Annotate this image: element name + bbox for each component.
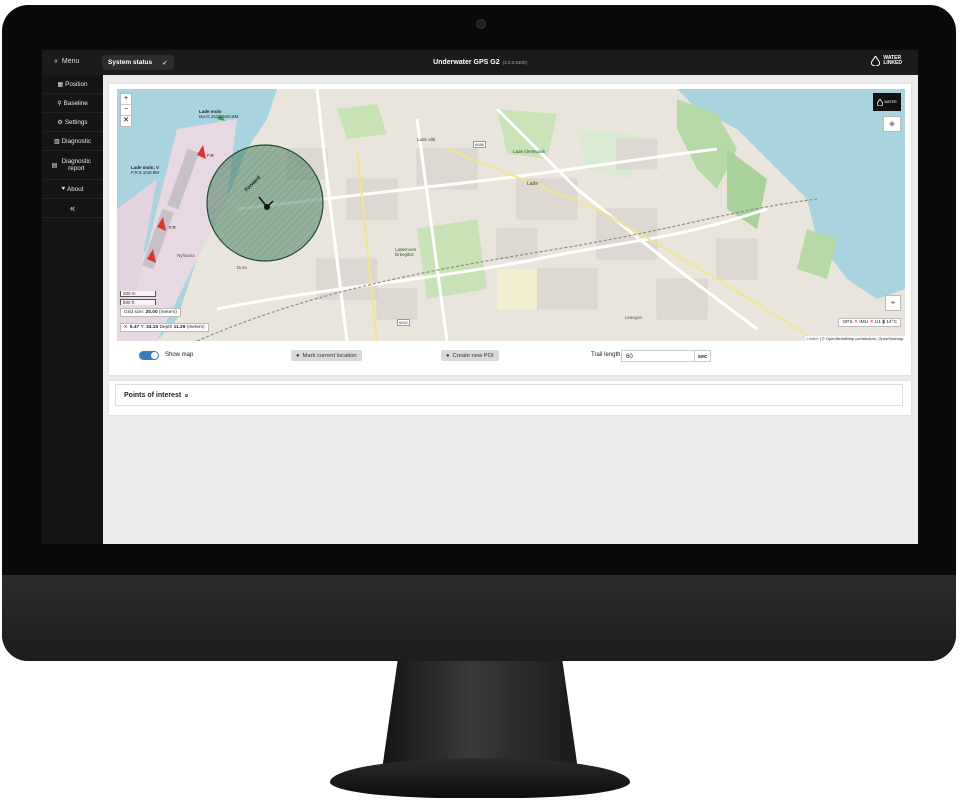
app-title-text: Underwater GPS G2 bbox=[433, 59, 500, 66]
mark-current-location-button[interactable]: ● Mark current location bbox=[291, 350, 362, 361]
scale-bar-ft: 500 ft bbox=[120, 299, 156, 305]
map-label-lademoen-kirkegard: Lademoen kirkegård bbox=[395, 247, 417, 257]
gps-ok-icon: ✕ bbox=[853, 320, 858, 325]
map-marker-icon: ● bbox=[296, 352, 300, 359]
app-version: (3.2.0.9300) bbox=[502, 60, 527, 65]
trail-length-unit: sec bbox=[695, 350, 711, 362]
map-label-lade-molo-v: Lade molo, V F.R.5.1m0.9M bbox=[131, 165, 160, 175]
map-label-lade-idrettspark: Lade idrettspark bbox=[513, 149, 546, 154]
leaflet-link[interactable]: Leaflet bbox=[807, 336, 819, 341]
map-label-road-6688: 6688 bbox=[473, 141, 486, 148]
map-label-fr-2: F.R bbox=[169, 225, 176, 230]
show-map-label: Show map bbox=[165, 352, 194, 358]
sidebar-item-diagnostic-report[interactable]: ▤ Diagnostic report bbox=[42, 151, 103, 180]
map-label-fr-1: F.R bbox=[207, 153, 214, 158]
monitor-chin bbox=[2, 575, 956, 661]
webcam bbox=[476, 19, 486, 29]
monitor-stand-base bbox=[330, 758, 630, 798]
map-label-dora: Dora bbox=[237, 265, 247, 270]
heart-icon: ♥ bbox=[61, 186, 66, 192]
create-new-poi-button[interactable]: ● Create new POI bbox=[441, 350, 499, 361]
zoom-out-button[interactable]: − bbox=[121, 105, 131, 116]
sidebar-item-label: Settings bbox=[64, 118, 88, 126]
u1-signal-icon: ▮ bbox=[882, 320, 885, 325]
pin-icon: ⚲ bbox=[57, 100, 62, 107]
sensor-status-chip: GPS ✕ IMU ✕ U1 ▮ 14°C bbox=[838, 318, 901, 327]
locate-button[interactable]: ⌖ bbox=[885, 295, 901, 311]
fullscreen-button[interactable]: ✕ bbox=[121, 116, 131, 126]
imu-ok-icon: ✕ bbox=[869, 320, 874, 325]
top-bar: « Menu System status ✓ Underwater GPS G2… bbox=[42, 50, 918, 75]
monitor-frame: « Menu System status ✓ Underwater GPS G2… bbox=[2, 5, 956, 661]
double-chevron-down-icon: » bbox=[182, 393, 190, 397]
sidebar-item-label: Diagnostic report bbox=[61, 158, 92, 172]
map-label-leangen: Leangen bbox=[625, 315, 643, 320]
points-of-interest-title: Points of interest bbox=[124, 391, 182, 399]
map-marker-icon: ● bbox=[446, 352, 450, 359]
water-linked-logo: WATER bbox=[873, 93, 901, 111]
sidebar: ▦ Position ⚲ Baseline ⚙ Settings ▥ Diagn… bbox=[42, 75, 103, 544]
calendar-icon: ▤ bbox=[51, 162, 58, 169]
map-icon: ▦ bbox=[57, 81, 64, 88]
water-drop-icon bbox=[877, 98, 884, 106]
water-drop-icon bbox=[871, 56, 881, 66]
position-card: Lade molo Iso.G.3s10.5m0.6M Lade molo, VF… bbox=[109, 84, 911, 375]
sidebar-item-label: Diagnostic bbox=[61, 137, 92, 145]
map-label-lade-molo: Lade molo Iso.G.3s10.5m0.6M bbox=[199, 109, 239, 119]
page-title: Underwater GPS G2 (3.2.0.9300) bbox=[42, 59, 918, 66]
brand-logo: WATER LINKED bbox=[871, 56, 902, 66]
map-attribution: Leaflet | © OpenStreetMap contributors, … bbox=[804, 336, 905, 341]
map-label-nyhavna: Nyhavna bbox=[177, 253, 195, 258]
zoom-control: + − ✕ bbox=[120, 93, 132, 127]
gears-icon: ⚙ bbox=[57, 119, 63, 126]
map-label-road-6682: 6682 bbox=[397, 319, 410, 326]
brand-line2: LINKED bbox=[883, 60, 902, 66]
monitor-stand-neck bbox=[382, 660, 578, 770]
sidebar-item-settings[interactable]: ⚙ Settings bbox=[42, 113, 103, 132]
sidebar-item-diagnostic[interactable]: ▥ Diagnostic bbox=[42, 132, 103, 151]
main-content: Lade molo Iso.G.3s10.5m0.6M Lade molo, VF… bbox=[103, 75, 918, 544]
layers-icon: ◈ bbox=[888, 119, 896, 128]
map-tiles bbox=[117, 89, 905, 341]
grid-size-chip: Grid size: 20.00 (meters) bbox=[120, 308, 181, 317]
position-readout: X: 6.47 Y: 34.15 Depth 11.29 (meters) bbox=[120, 323, 209, 332]
points-of-interest-header[interactable]: Points of interest » bbox=[115, 384, 903, 406]
sidebar-collapse-button[interactable]: « bbox=[42, 199, 103, 218]
map-view[interactable]: Lade molo Iso.G.3s10.5m0.6M Lade molo, VF… bbox=[117, 89, 905, 341]
collapse-icon: « bbox=[69, 203, 75, 213]
show-map-toggle[interactable] bbox=[139, 351, 159, 360]
sidebar-item-label: About bbox=[67, 185, 84, 193]
crosshair-icon: ⌖ bbox=[890, 298, 896, 307]
map-controls-row: Show map ● Mark current location ● Creat… bbox=[109, 342, 911, 372]
trail-length-label: Trail length bbox=[591, 352, 621, 358]
sidebar-item-label: Baseline bbox=[63, 99, 88, 107]
sidebar-item-baseline[interactable]: ⚲ Baseline bbox=[42, 94, 103, 113]
trail-length-input[interactable]: 60 bbox=[621, 350, 695, 362]
screen: « Menu System status ✓ Underwater GPS G2… bbox=[42, 50, 918, 544]
layers-button[interactable]: ◈ bbox=[883, 116, 901, 132]
scale-bar-m: 200 m bbox=[120, 291, 156, 297]
points-of-interest-card: Points of interest » bbox=[109, 381, 911, 415]
map-label-lade: Lade bbox=[527, 181, 539, 187]
sidebar-item-label: Position bbox=[65, 80, 88, 88]
chart-icon: ▥ bbox=[53, 138, 60, 145]
sidebar-item-about[interactable]: ♥ About bbox=[42, 180, 103, 199]
zoom-in-button[interactable]: + bbox=[121, 94, 131, 105]
map-label-lade-alle: Lade allé bbox=[417, 137, 436, 142]
sidebar-item-position[interactable]: ▦ Position bbox=[42, 75, 103, 94]
